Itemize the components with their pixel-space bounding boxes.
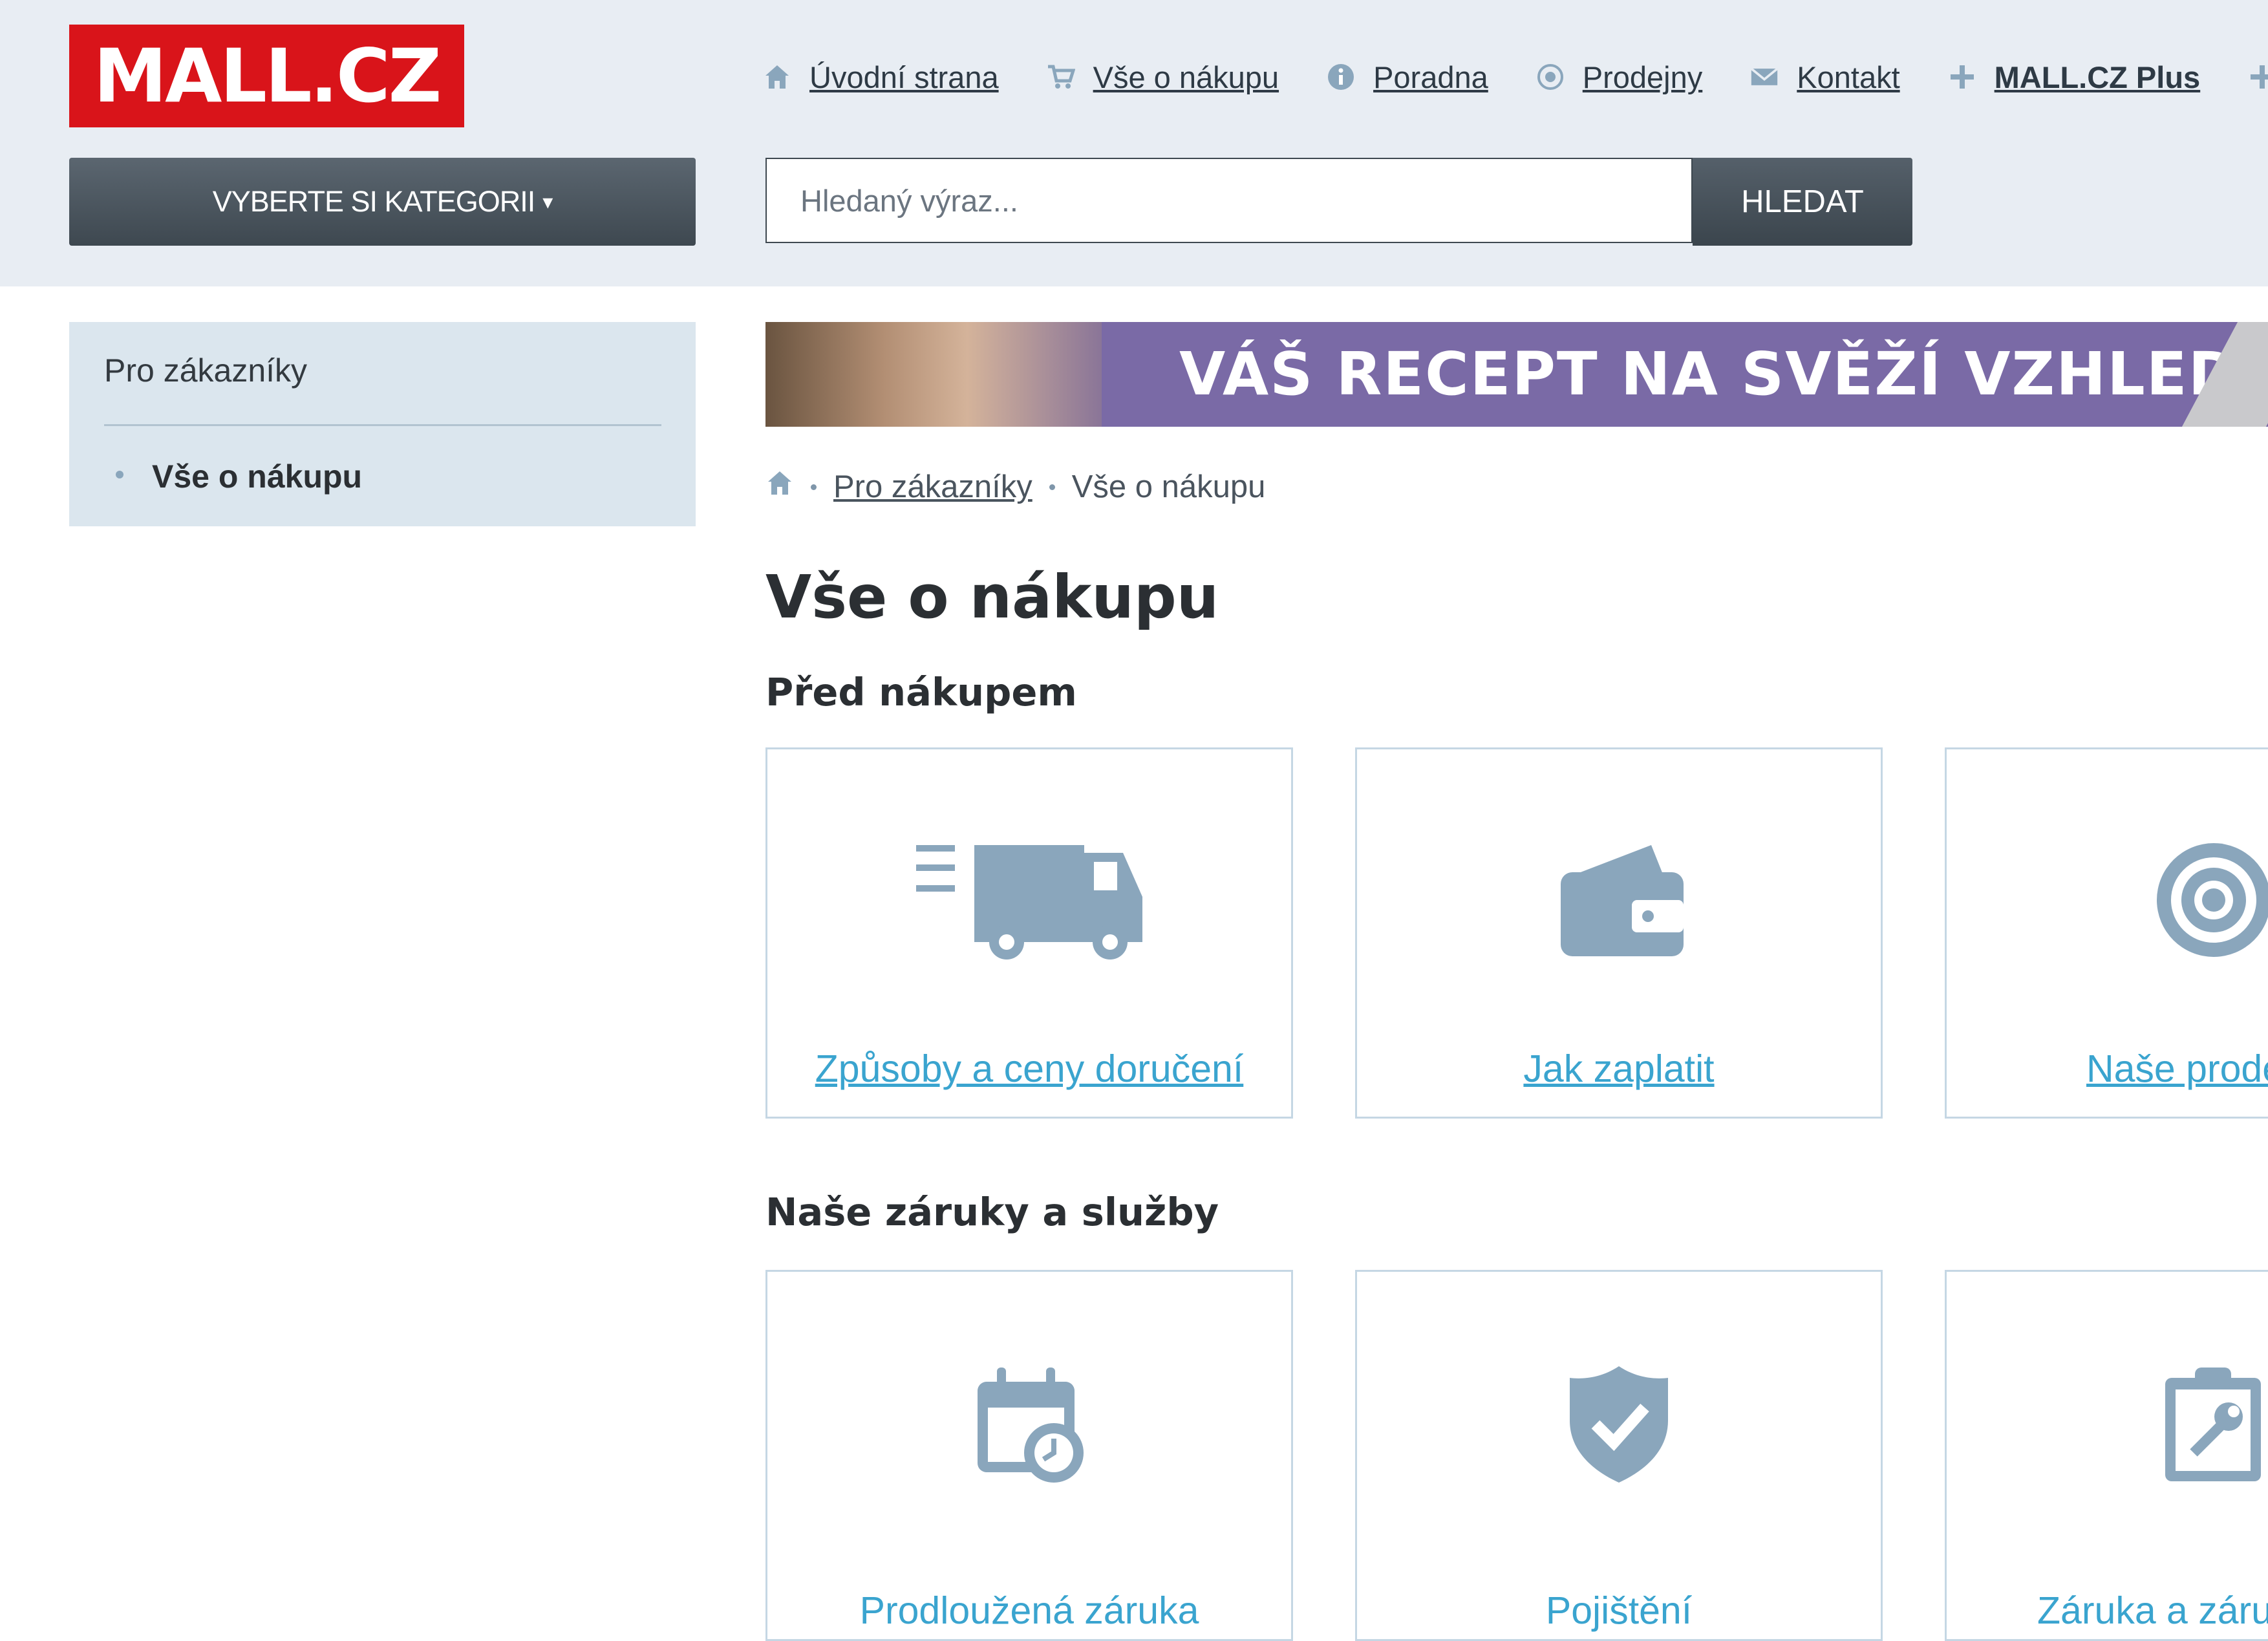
nav-item-label: MALL.CZ Plus xyxy=(1994,59,2201,94)
plus-icon xyxy=(1948,63,1976,91)
nav-item-shopping-info[interactable]: Vše o nákupu xyxy=(1047,59,1279,95)
bullet-icon xyxy=(116,471,123,478)
nav-item-label: Úvodní strana xyxy=(809,59,999,94)
nav-item-label: Vše o nákupu xyxy=(1093,59,1279,94)
nav-item-stores[interactable]: Prodejny xyxy=(1536,59,1703,95)
promo-banner[interactable]: VÁŠ RECEPT NA SVĚŽÍ VZHLED xyxy=(765,322,2268,427)
shield-check-icon xyxy=(1357,1362,1881,1505)
cart-icon xyxy=(1047,63,1075,91)
nav-item-label: Poradna xyxy=(1373,59,1488,94)
nav-item-contact[interactable]: Kontakt xyxy=(1750,59,1900,95)
search-placeholder: Hledaný výraz... xyxy=(800,183,1018,218)
card-insurance[interactable]: Pojištění xyxy=(1355,1270,1883,1641)
nav-item-mall-plus[interactable]: MALL.CZ Plus xyxy=(1948,59,2201,95)
nav-item-advice[interactable]: Poradna xyxy=(1327,59,1488,95)
card-label: Prodloužená záruka xyxy=(859,1589,1199,1632)
breadcrumb-separator xyxy=(811,484,817,490)
section-heading: Před nákupem xyxy=(765,670,1077,714)
site-header: MALL.CZ Úvodní strana Vše o nákupu Porad… xyxy=(0,0,2268,286)
breadcrumb-link[interactable]: Pro zákazníky xyxy=(833,469,1032,505)
truck-icon xyxy=(767,839,1291,981)
category-menu-button[interactable]: VYBERTE SI KATEGORII ▾ xyxy=(69,158,696,246)
card-label: Pojištění xyxy=(1545,1589,1693,1632)
clipboard-wrench-icon xyxy=(1947,1362,2268,1505)
breadcrumb-separator xyxy=(1049,484,1055,490)
chevron-down-icon: ▾ xyxy=(542,190,553,213)
sidebar: Pro zákazníky Vše o nákupu xyxy=(69,322,696,526)
page-title: Vše o nákupu xyxy=(765,563,1219,632)
plus-icon xyxy=(2248,63,2268,91)
top-navigation: Úvodní strana Vše o nákupu Poradna Prode… xyxy=(763,54,2268,100)
info-icon xyxy=(1327,63,1355,91)
card-label: Záruka a záru xyxy=(2037,1589,2268,1632)
card-extended-warranty[interactable]: Prodloužená záruka xyxy=(765,1270,1293,1641)
search-input[interactable]: Hledaný výraz... xyxy=(765,158,1693,243)
wallet-icon xyxy=(1357,839,1881,981)
card-label: Jak zaplatit xyxy=(1523,1047,1715,1090)
category-menu-label: VYBERTE SI KATEGORII xyxy=(212,185,535,218)
breadcrumb: Pro zákazníky Vše o nákupu xyxy=(765,466,1265,508)
nav-item-label: Prodejny xyxy=(1582,59,1703,94)
location-icon xyxy=(1536,63,1565,91)
sidebar-title[interactable]: Pro zákazníky xyxy=(104,352,307,389)
home-icon[interactable] xyxy=(765,469,794,505)
breadcrumb-current: Vše o nákupu xyxy=(1071,469,1266,504)
card-warranty-claims[interactable]: Záruka a záru xyxy=(1945,1270,2268,1641)
card-stores[interactable]: Naše prode xyxy=(1945,747,2268,1119)
target-icon xyxy=(1947,839,2268,981)
nav-item-home[interactable]: Úvodní strana xyxy=(763,59,999,95)
card-payment[interactable]: Jak zaplatit xyxy=(1355,747,1883,1119)
site-logo[interactable]: MALL.CZ xyxy=(69,25,464,127)
card-delivery[interactable]: Způsoby a ceny doručení xyxy=(765,747,1293,1119)
banner-photo xyxy=(765,322,1102,427)
home-icon xyxy=(763,63,791,91)
section-heading: Naše záruky a služby xyxy=(765,1190,1219,1234)
envelope-icon xyxy=(1750,63,1779,91)
card-label: Způsoby a ceny doručení xyxy=(815,1047,1244,1090)
banner-text: VÁŠ RECEPT NA SVĚŽÍ VZHLED xyxy=(1179,339,2239,409)
nav-item-label: Kontakt xyxy=(1797,59,1900,94)
sidebar-divider xyxy=(104,424,661,426)
card-label: Naše prode xyxy=(2086,1047,2268,1090)
search-button[interactable]: HLEDAT xyxy=(1693,158,1912,246)
sidebar-item-shopping-info[interactable]: Vše o nákupu xyxy=(152,458,362,495)
calendar-clock-icon xyxy=(767,1362,1291,1505)
nav-item-more[interactable] xyxy=(2248,63,2268,91)
